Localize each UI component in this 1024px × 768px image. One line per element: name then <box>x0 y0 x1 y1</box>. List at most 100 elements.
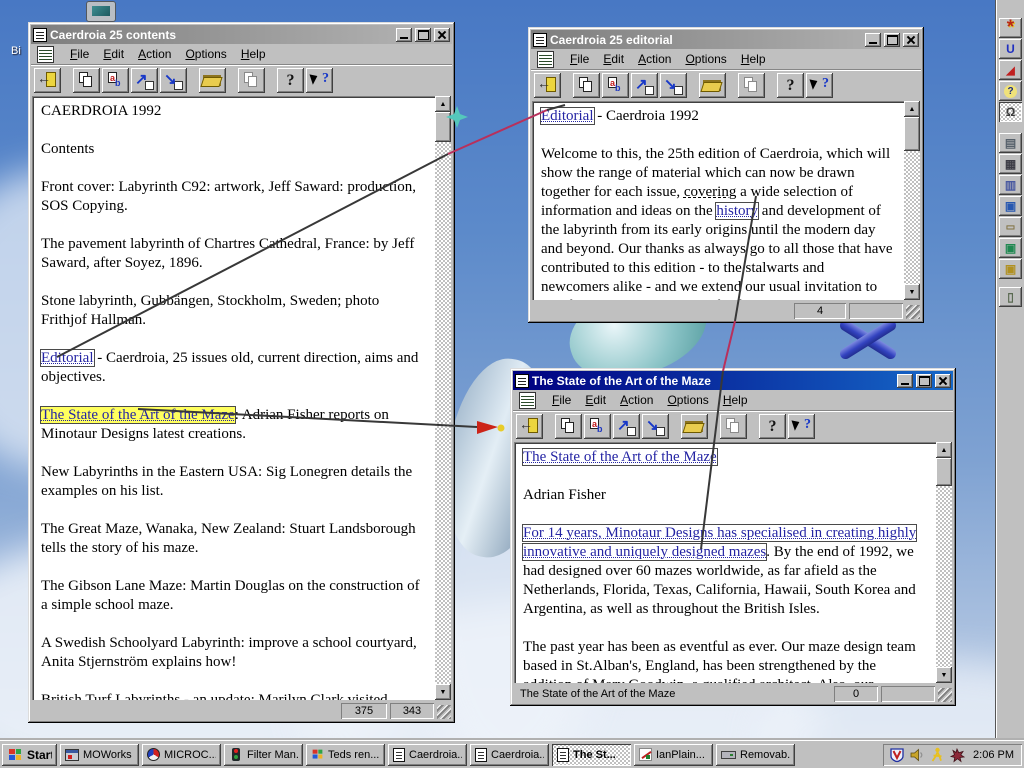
task-button-microc[interactable]: MICROC... <box>142 743 221 766</box>
volume-icon[interactable] <box>909 747 925 763</box>
help-button[interactable]: ? <box>777 73 804 98</box>
context-help-button[interactable]: ? <box>806 73 833 98</box>
minimize-button[interactable] <box>897 373 913 388</box>
vertical-scrollbar[interactable]: ▲ ▼ <box>904 101 920 300</box>
runner-icon[interactable] <box>929 747 945 763</box>
resize-grip[interactable] <box>437 705 451 719</box>
task-button-filter-manager[interactable]: Filter Man... <box>224 743 303 766</box>
scroll-thumb[interactable] <box>435 112 451 142</box>
menu-file[interactable]: File <box>545 391 578 409</box>
jump-out-button[interactable]: ↗ <box>613 414 640 439</box>
exit-button[interactable]: ← <box>516 414 543 439</box>
copy-pages-button[interactable] <box>555 414 582 439</box>
resize-grip[interactable] <box>906 305 920 319</box>
maximize-button[interactable] <box>415 27 431 42</box>
exit-button[interactable]: ← <box>34 68 61 93</box>
state-of-art-link[interactable]: The State of the Art of the Maze <box>40 406 236 424</box>
search-replace-button[interactable]: ab <box>102 68 129 93</box>
scroll-thumb[interactable] <box>904 117 920 151</box>
open-folder-button[interactable] <box>681 414 708 439</box>
printer-color-icon-button[interactable] <box>999 133 1022 153</box>
mouse-device-icon-button[interactable] <box>999 217 1022 237</box>
menu-help[interactable]: Help <box>716 391 755 409</box>
plug-icon-button[interactable] <box>999 102 1022 122</box>
jump-in-button[interactable]: ↘ <box>160 68 187 93</box>
menu-action[interactable]: Action <box>631 50 678 68</box>
copy-pages-button[interactable] <box>73 68 100 93</box>
document-icon-button[interactable] <box>533 50 557 68</box>
bulb-help-icon-button[interactable] <box>999 81 1022 101</box>
article-title-link[interactable]: The State of the Art of the Maze <box>522 448 718 466</box>
menu-edit[interactable]: Edit <box>578 391 613 409</box>
editorial-link[interactable]: Editorial <box>540 107 595 125</box>
search-replace-button[interactable]: ab <box>584 414 611 439</box>
menu-options[interactable]: Options <box>678 50 733 68</box>
desktop-icon[interactable] <box>86 1 116 22</box>
menu-action[interactable]: Action <box>131 45 178 63</box>
menu-file[interactable]: File <box>563 50 596 68</box>
task-button-teds[interactable]: Teds ren... <box>306 743 385 766</box>
copy-button[interactable] <box>238 68 265 93</box>
titlebar[interactable]: Caerdroia 25 editorial <box>531 30 921 49</box>
menu-edit[interactable]: Edit <box>596 50 631 68</box>
scroll-up-button[interactable]: ▲ <box>435 96 451 112</box>
scroll-thumb[interactable] <box>936 458 952 486</box>
document-icon-button[interactable] <box>33 45 57 63</box>
task-button-moworks[interactable]: MOWorks <box>60 743 139 766</box>
start-button[interactable]: Start <box>2 743 57 766</box>
task-button-caerdroia-2[interactable]: Caerdroia... <box>470 743 549 766</box>
menu-help[interactable]: Help <box>234 45 273 63</box>
jump-in-button[interactable]: ↘ <box>660 73 687 98</box>
resize-grip[interactable] <box>938 688 952 702</box>
exit-button[interactable]: ← <box>534 73 561 98</box>
coil-icon-button[interactable] <box>999 39 1022 59</box>
jump-out-button[interactable]: ↗ <box>131 68 158 93</box>
help-button[interactable]: ? <box>277 68 304 93</box>
open-folder-button[interactable] <box>199 68 226 93</box>
context-help-button[interactable]: ? <box>306 68 333 93</box>
guide-app-icon[interactable] <box>33 27 47 42</box>
guide-app-icon[interactable] <box>533 32 547 47</box>
pda-icon-button[interactable] <box>999 287 1022 307</box>
copy-pages-button[interactable] <box>573 73 600 98</box>
scroll-down-button[interactable]: ▼ <box>435 684 451 700</box>
vertical-scrollbar[interactable]: ▲ ▼ <box>936 442 952 683</box>
menu-edit[interactable]: Edit <box>96 45 131 63</box>
printer-send-icon-button[interactable] <box>999 175 1022 195</box>
copy-button[interactable] <box>738 73 765 98</box>
scroll-up-button[interactable]: ▲ <box>904 101 920 117</box>
task-button-removable[interactable]: Removab... <box>716 743 795 766</box>
virus-shield-icon[interactable] <box>889 747 905 763</box>
scroll-down-button[interactable]: ▼ <box>936 667 952 683</box>
jump-out-button[interactable]: ↗ <box>631 73 658 98</box>
task-button-the-state-active[interactable]: The St... <box>552 743 631 766</box>
monitor-icon-button[interactable] <box>999 196 1022 216</box>
close-button[interactable] <box>935 373 951 388</box>
task-button-caerdroia-1[interactable]: Caerdroia... <box>388 743 467 766</box>
maximize-button[interactable] <box>884 32 900 47</box>
menu-action[interactable]: Action <box>613 391 660 409</box>
document-icon-button[interactable] <box>515 391 539 409</box>
close-button[interactable] <box>434 27 450 42</box>
context-help-button[interactable]: ? <box>788 414 815 439</box>
scroll-up-button[interactable]: ▲ <box>936 442 952 458</box>
editorial-link[interactable]: Editorial <box>40 349 95 367</box>
scroll-down-button[interactable]: ▼ <box>904 284 920 300</box>
menu-file[interactable]: File <box>63 45 96 63</box>
task-button-ianplain[interactable]: IanPlain... <box>634 743 713 766</box>
guide-app-icon[interactable] <box>515 373 529 388</box>
menu-help[interactable]: Help <box>734 50 773 68</box>
minimize-button[interactable] <box>396 27 412 42</box>
clock[interactable]: 2:06 PM <box>973 749 1014 761</box>
open-folder-button[interactable] <box>699 73 726 98</box>
titlebar[interactable]: Caerdroia 25 contents <box>31 25 452 44</box>
history-link[interactable]: history <box>715 202 760 220</box>
minimize-button[interactable] <box>865 32 881 47</box>
menu-options[interactable]: Options <box>660 391 715 409</box>
copy-button[interactable] <box>720 414 747 439</box>
bug-icon-button[interactable] <box>999 18 1022 38</box>
device-green-icon-button[interactable] <box>999 238 1022 258</box>
titlebar[interactable]: The State of the Art of the Maze <box>513 371 953 390</box>
maximize-button[interactable] <box>916 373 932 388</box>
close-button[interactable] <box>903 32 919 47</box>
